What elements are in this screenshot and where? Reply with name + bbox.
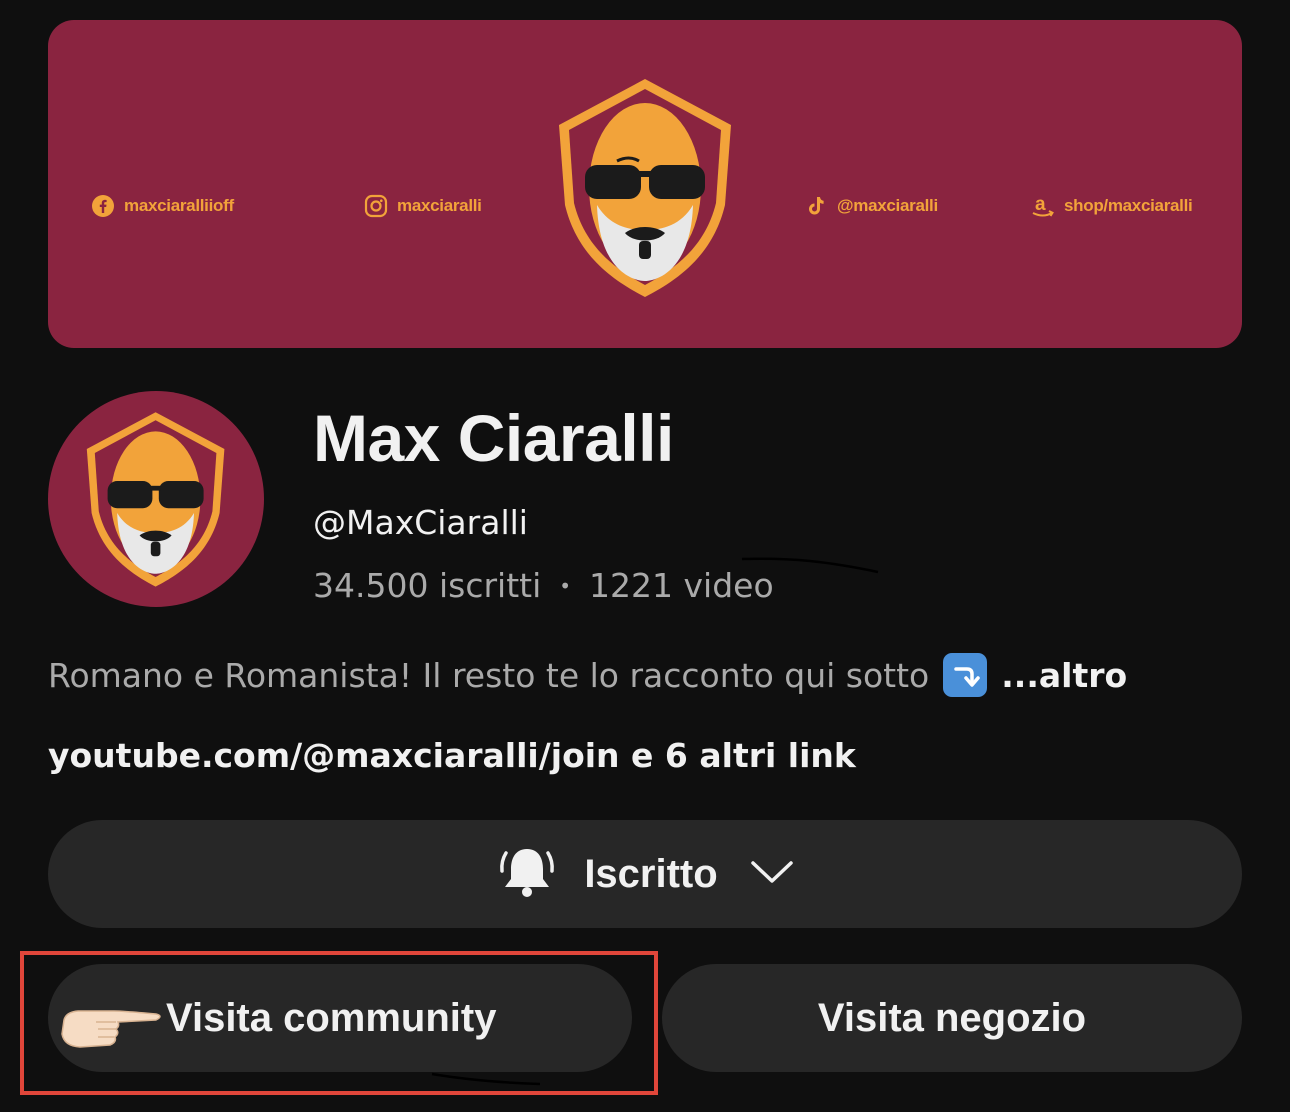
- description-more-link[interactable]: ...altro: [1001, 656, 1127, 695]
- channel-links[interactable]: youtube.com/@maxciaralli/join e 6 altri …: [48, 736, 856, 775]
- amazon-icon: a: [1030, 193, 1056, 219]
- banner-instagram-label: maxciaralli: [397, 196, 482, 215]
- channel-handle: @MaxCiaralli: [313, 503, 528, 542]
- channel-description[interactable]: Romano e Romanista! Il resto te lo racco…: [48, 653, 1127, 697]
- channel-banner: maxciaralliioff maxciaralli @maxciaralli…: [48, 20, 1242, 348]
- arrow-right-curving-down-emoji: [943, 653, 988, 697]
- banner-tiktok-label: @maxciaralli: [837, 196, 938, 215]
- channel-avatar[interactable]: [48, 391, 264, 607]
- instagram-icon: [363, 193, 389, 219]
- chevron-down-icon: [750, 859, 794, 889]
- subscribed-button[interactable]: Iscritto: [48, 820, 1242, 928]
- tiktok-icon: [803, 193, 829, 219]
- banner-amazon: a shop/maxciaralli: [1030, 192, 1193, 220]
- visit-community-label: Visita community: [166, 995, 497, 1040]
- subscribed-label: Iscritto: [584, 851, 718, 896]
- channel-logo-icon: [559, 79, 731, 297]
- visit-shop-label: Visita negozio: [817, 995, 1087, 1040]
- channel-stats: 34.500 iscritti • 1221 video: [313, 566, 774, 605]
- avatar-logo-icon: [86, 412, 225, 587]
- banner-tiktok: @maxciaralli: [803, 192, 938, 220]
- visit-community-button[interactable]: Visita community: [48, 964, 632, 1072]
- banner-amazon-label: shop/maxciaralli: [1064, 196, 1193, 215]
- video-count: 1221 video: [589, 566, 774, 605]
- subscriber-count: 34.500 iscritti: [313, 566, 542, 605]
- banner-instagram: maxciaralli: [363, 192, 482, 220]
- banner-facebook-label: maxciaralliioff: [124, 196, 234, 215]
- channel-name: Max Ciaralli: [313, 401, 674, 475]
- facebook-icon: [90, 193, 116, 219]
- banner-facebook: maxciaralliioff: [90, 192, 234, 220]
- svg-text:a: a: [1035, 194, 1046, 215]
- pointing-hand-emoji: [56, 1002, 166, 1056]
- stats-separator: •: [559, 573, 572, 598]
- visit-shop-button[interactable]: Visita negozio: [662, 964, 1242, 1072]
- bell-icon: [496, 841, 558, 907]
- description-text: Romano e Romanista! Il resto te lo racco…: [48, 655, 930, 695]
